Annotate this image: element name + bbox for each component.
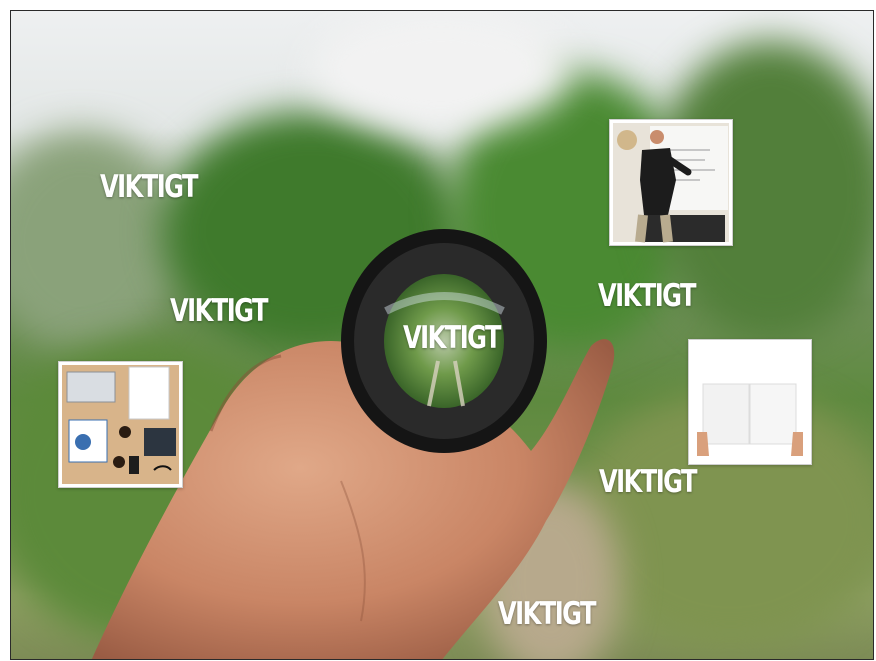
coffee-cup	[119, 426, 131, 438]
tablet	[144, 428, 176, 456]
slide: VIKTIGT VIKTIGT VIKTIGT VIKTIGT VIKTIGT …	[10, 10, 874, 660]
left-hand	[697, 432, 709, 456]
logo-mark	[617, 130, 637, 150]
viktigt-label-1: VIKTIGT	[100, 169, 199, 205]
booklet-image	[689, 340, 811, 464]
pie-chart	[75, 434, 91, 450]
viktigt-label-4: VIKTIGT	[598, 278, 697, 314]
right-hand	[791, 432, 803, 456]
photo-booklet	[688, 339, 812, 465]
phone	[129, 456, 139, 474]
booklet-left-page	[702, 383, 750, 445]
photo-presenter	[609, 119, 733, 246]
booklet-right-page	[749, 383, 797, 445]
paper	[128, 366, 170, 420]
viktigt-label-5: VIKTIGT	[599, 464, 698, 500]
desk-image	[62, 365, 179, 484]
head	[650, 130, 664, 144]
viktigt-label-2: VIKTIGT	[170, 293, 269, 329]
photo-desk	[58, 361, 183, 488]
laptop	[66, 371, 116, 403]
viktigt-label-3: VIKTIGT	[403, 320, 502, 356]
viktigt-label-6: VIKTIGT	[498, 596, 597, 632]
podium	[640, 215, 725, 242]
presenter-image	[613, 123, 729, 243]
